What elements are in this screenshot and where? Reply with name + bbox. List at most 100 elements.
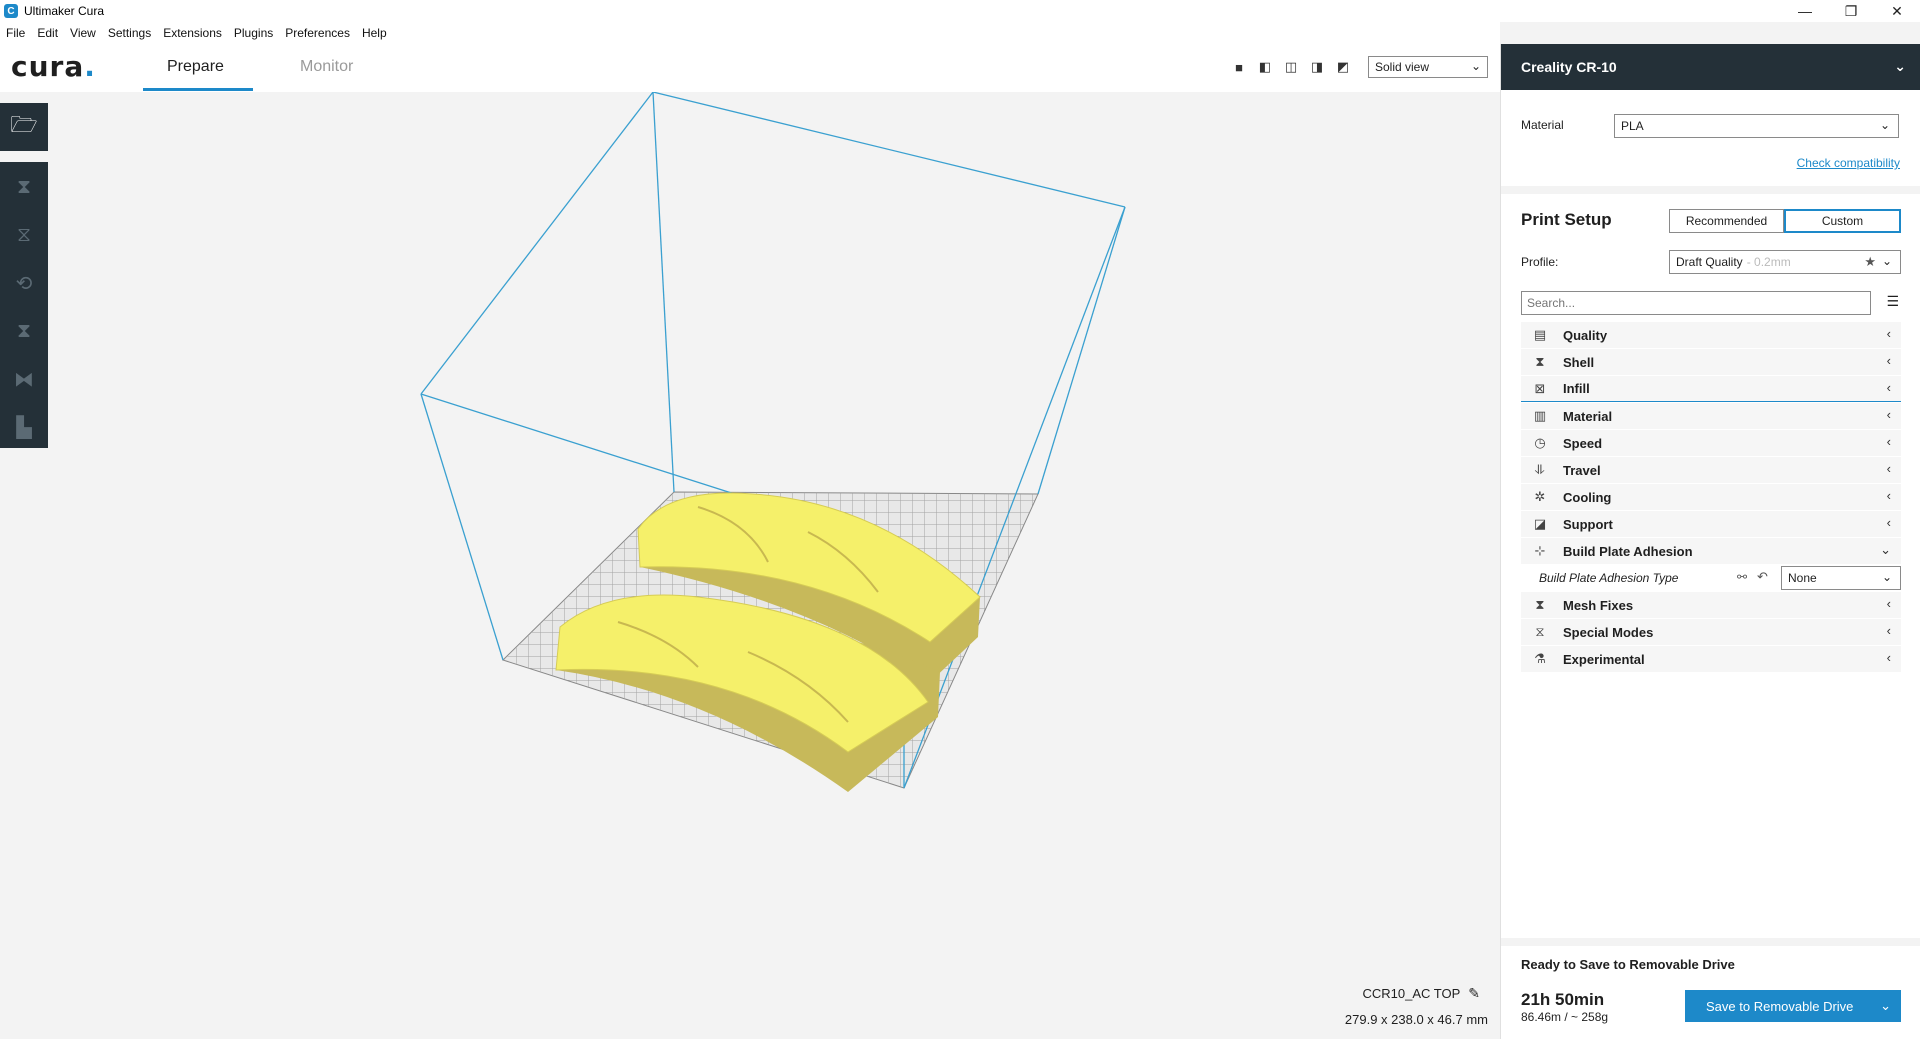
check-compatibility-link[interactable]: Check compatibility (1797, 156, 1900, 170)
menu-plugins[interactable]: Plugins (228, 26, 279, 40)
window-controls: — ❐ ✕ (1782, 0, 1920, 22)
per-model-settings-icon[interactable]: ⧓ (11, 366, 37, 392)
save-to-removable-drive-button[interactable]: Save to Removable Drive ⌄ (1685, 990, 1901, 1022)
active-tab-indicator (143, 88, 253, 91)
speed-icon: ◷ (1534, 435, 1546, 450)
category-experimental[interactable]: ⚗ Experimental ‹ (1521, 646, 1901, 672)
category-label: Cooling (1563, 489, 1612, 505)
category-build-plate-adhesion[interactable]: ⊹ Build Plate Adhesion ⌄ (1521, 538, 1901, 564)
logo-dot: . (84, 50, 96, 83)
chevron-left-icon: ‹ (1886, 407, 1891, 422)
rotate-tool-icon[interactable]: ⟲ (11, 270, 37, 296)
material-select[interactable]: PLA ⌄ (1614, 114, 1899, 138)
link-icon[interactable]: ⚯ (1737, 570, 1747, 584)
camera-view-buttons: ■ ◧ ◫ ◨ ◩ (1230, 58, 1352, 76)
tab-monitor[interactable]: Monitor (300, 58, 353, 76)
chevron-down-icon[interactable]: ⌄ (1880, 998, 1891, 1014)
material-icon: ▥ (1533, 408, 1547, 423)
category-infill[interactable]: ⊠ Infill ‹ (1521, 376, 1901, 402)
menu-preferences[interactable]: Preferences (279, 26, 356, 40)
print-settings-panel: Creality CR-10 ⌄ Material PLA ⌄ Check co… (1500, 44, 1920, 1039)
settings-search-row: ☰ (1521, 291, 1901, 315)
chevron-down-icon: ⌄ (1881, 570, 1892, 584)
maximize-button[interactable]: ❐ (1828, 0, 1874, 22)
custom-mode-button[interactable]: Custom (1784, 209, 1901, 233)
tab-prepare[interactable]: Prepare (167, 58, 224, 76)
category-material[interactable]: ▥ Material ‹ (1521, 403, 1901, 429)
material-usage-estimate: 86.46m / ~ 258g (1521, 1010, 1609, 1024)
menu-extensions[interactable]: Extensions (157, 26, 228, 40)
print-status-text: Ready to Save to Removable Drive (1521, 957, 1735, 972)
setup-mode-toggle: Recommended Custom (1669, 209, 1901, 233)
profile-layer-height: - 0.2mm (1746, 255, 1791, 269)
front-view-icon[interactable]: ◧ (1256, 58, 1274, 76)
printer-selector[interactable]: Creality CR-10 ⌄ (1501, 44, 1920, 90)
pencil-icon[interactable]: ✎ (1468, 985, 1480, 1001)
print-time-estimate: 21h 50min (1521, 990, 1605, 1009)
mirror-tool-icon[interactable]: ⧗ (11, 318, 37, 344)
left-toolbar: 🗁 ⧗ ⧖ ⟲ ⧗ ⧓ ▙ (0, 103, 48, 448)
chevron-left-icon: ‹ (1886, 434, 1891, 449)
menu-file[interactable]: File (0, 26, 31, 40)
category-label: Support (1563, 516, 1613, 532)
category-label: Speed (1563, 435, 1603, 451)
right-view-icon[interactable]: ◩ (1334, 58, 1352, 76)
top-view-icon[interactable]: ◫ (1282, 58, 1300, 76)
category-mesh-fixes[interactable]: ⧗ Mesh Fixes ‹ (1521, 592, 1901, 618)
category-cooling[interactable]: ✲ Cooling ‹ (1521, 484, 1901, 510)
section-divider (1501, 186, 1920, 194)
close-button[interactable]: ✕ (1874, 0, 1920, 22)
menu-settings[interactable]: Settings (102, 26, 157, 40)
printer-name: Creality CR-10 (1521, 59, 1617, 75)
category-label: Material (1563, 408, 1613, 424)
left-view-icon[interactable]: ◨ (1308, 58, 1326, 76)
menu-help[interactable]: Help (356, 26, 393, 40)
chevron-down-icon: ⌄ (1879, 118, 1890, 132)
recommended-mode-button[interactable]: Recommended (1669, 209, 1784, 233)
settings-search-input[interactable] (1521, 291, 1871, 315)
mesh-fixes-icon: ⧗ (1535, 597, 1545, 612)
category-quality[interactable]: ▤ Quality ‹ (1521, 322, 1901, 348)
3d-viewport[interactable]: CCR10_AC TOP ✎ 279.9 x 238.0 x 46.7 mm (48, 91, 1500, 1039)
object-name: CCR10_AC TOP (1362, 986, 1461, 1001)
stage-header: cura. Prepare Monitor ■ ◧ ◫ ◨ ◩ Solid vi… (0, 44, 1500, 92)
scale-tool-icon[interactable]: ⧖ (11, 222, 37, 248)
material-label: Material (1521, 118, 1564, 132)
quality-icon: ▤ (1533, 327, 1547, 342)
minimize-button[interactable]: — (1782, 0, 1828, 22)
category-travel[interactable]: ⥥ Travel ‹ (1521, 457, 1901, 483)
profile-select[interactable]: Draft Quality - 0.2mm ★ ⌄ (1669, 250, 1901, 274)
category-support[interactable]: ◪ Support ‹ (1521, 511, 1901, 537)
setting-label: Build Plate Adhesion Type (1539, 571, 1679, 585)
chevron-left-icon: ‹ (1886, 623, 1891, 638)
category-speed[interactable]: ◷ Speed ‹ (1521, 430, 1901, 456)
build-volume-scene[interactable] (48, 91, 1500, 1039)
adhesion-icon: ⊹ (1534, 543, 1546, 558)
category-shell[interactable]: ⧗ Shell ‹ (1521, 349, 1901, 375)
category-label: Quality (1563, 327, 1608, 343)
chevron-down-icon: ⌄ (1470, 59, 1481, 73)
menu-view[interactable]: View (64, 26, 102, 40)
profile-row: Profile: Draft Quality - 0.2mm ★ ⌄ (1521, 250, 1901, 274)
logo-text: cura (11, 50, 85, 83)
category-label: Experimental (1563, 651, 1645, 667)
chevron-left-icon: ‹ (1886, 650, 1891, 665)
menu-edit[interactable]: Edit (31, 26, 64, 40)
view-mode-select[interactable]: Solid view ⌄ (1368, 56, 1488, 78)
reset-icon[interactable]: ↶ (1757, 569, 1768, 585)
folder-open-icon: 🗁 (10, 112, 38, 137)
support-blocker-icon[interactable]: ▙ (11, 414, 37, 440)
category-label: Travel (1563, 462, 1601, 478)
object-dimensions: 279.9 x 238.0 x 46.7 mm (1344, 1012, 1488, 1027)
move-tool-icon[interactable]: ⧗ (11, 174, 37, 200)
chevron-left-icon: ‹ (1886, 353, 1891, 368)
view-mode-value: Solid view (1375, 60, 1430, 74)
settings-visibility-menu-icon[interactable]: ☰ (1886, 293, 1899, 310)
transform-tools: ⧗ ⧖ ⟲ ⧗ ⧓ ▙ (0, 162, 48, 448)
print-setup-title: Print Setup (1521, 210, 1612, 229)
adhesion-type-select[interactable]: None ⌄ (1781, 566, 1901, 590)
star-icon[interactable]: ★ (1864, 254, 1876, 270)
category-special-modes[interactable]: ⧖ Special Modes ‹ (1521, 619, 1901, 645)
open-file-button[interactable]: 🗁 (0, 103, 48, 151)
3d-view-icon[interactable]: ■ (1230, 58, 1248, 76)
